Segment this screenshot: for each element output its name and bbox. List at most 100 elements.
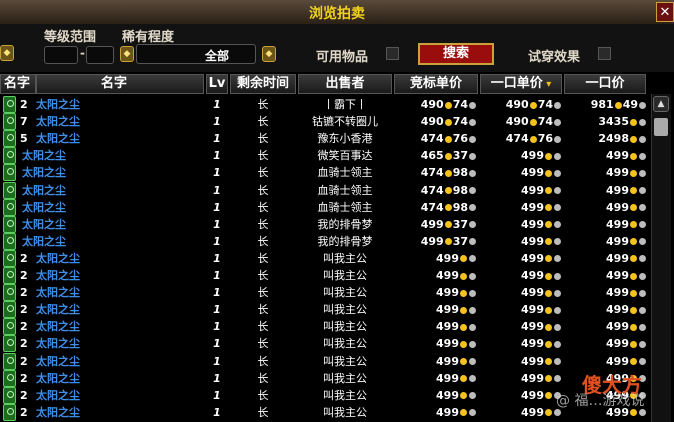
sun-dust-item-icon[interactable] (3, 318, 16, 336)
auction-row[interactable]: 太阳之尘 1 长 血骑士领主 474 98 499 499 (0, 198, 648, 216)
rarity-dropdown[interactable]: 全部 (136, 44, 256, 64)
auction-row[interactable]: 太阳之尘 1 长 我的排骨梦 499 37 499 499 (0, 232, 648, 250)
item-name[interactable]: 太阳之尘 (36, 250, 80, 267)
item-name[interactable]: 太阳之尘 (22, 147, 66, 164)
price-cell: 499 (481, 353, 561, 370)
item-name[interactable]: 太阳之尘 (22, 199, 66, 216)
auction-row[interactable]: 太阳之尘 1 长 血骑士领主 474 98 499 499 (0, 181, 648, 199)
gold-coin-icon (529, 135, 537, 143)
item-name[interactable]: 太阳之尘 (36, 267, 80, 284)
sun-dust-item-icon[interactable] (3, 198, 16, 216)
item-name[interactable]: 太阳之尘 (22, 216, 66, 233)
auction-row[interactable]: 2 太阳之尘 1 长叫我主公 499 499 499 (0, 403, 648, 421)
gold-amount: 474 (420, 166, 444, 180)
silver-coin-icon (639, 409, 646, 417)
auction-row[interactable]: 2 太阳之尘 1 长 丨霸下丨 490 74 490 74 981 49 (0, 96, 648, 113)
item-name[interactable]: 太阳之尘 (36, 335, 80, 352)
auction-row[interactable]: 2 太阳之尘 1 长叫我主公 499 499 499 (0, 284, 648, 302)
auction-row[interactable]: 2 太阳之尘 1 长叫我主公 499 499 499 (0, 249, 648, 267)
item-name[interactable]: 太阳之尘 (22, 233, 66, 250)
column-header-time-left[interactable]: 剩余时间 (230, 74, 296, 94)
item-name[interactable]: 太阳之尘 (36, 284, 80, 301)
item-name[interactable]: 太阳之尘 (22, 182, 66, 199)
item-name[interactable]: 太阳之尘 (36, 130, 80, 147)
column-header-level[interactable]: Lv (206, 74, 228, 94)
sun-dust-item-icon[interactable] (3, 130, 16, 148)
silver-amount: 98 (452, 183, 468, 197)
item-name[interactable]: 太阳之尘 (36, 318, 80, 335)
auction-row[interactable]: 5 太阳之尘 1 长 豫东小香港 474 76 474 76 2498 (0, 130, 648, 148)
item-name[interactable]: 太阳之尘 (36, 404, 80, 421)
sun-dust-item-icon[interactable] (3, 215, 16, 233)
sun-dust-item-icon[interactable] (3, 147, 16, 165)
item-count: 2 (20, 98, 28, 111)
auction-row[interactable]: 太阳之尘 1 长 我的排骨梦 499 37 499 499 (0, 215, 648, 233)
auction-row[interactable]: 太阳之尘 1 长 血骑士领主 474 98 499 499 (0, 164, 648, 182)
column-header-seller[interactable]: 出售者 (298, 74, 392, 94)
gold-amount: 499 (521, 269, 544, 282)
price-cell: 474 98 (396, 199, 476, 216)
gold-coin-icon (630, 221, 637, 229)
rarity-left-arrow-button[interactable]: ◆ (120, 46, 134, 62)
sun-dust-item-icon[interactable] (3, 164, 16, 182)
scroll-up-button[interactable]: ▲ (653, 96, 669, 112)
sun-dust-item-icon[interactable] (3, 369, 16, 387)
price-cell: 499 (481, 250, 561, 267)
dress-up-checkbox[interactable] (598, 47, 611, 60)
price-cell: 2498 (566, 130, 646, 147)
item-name[interactable]: 太阳之尘 (22, 164, 66, 181)
sun-dust-item-icon[interactable] (3, 352, 16, 370)
usable-items-label: 可用物品 (316, 50, 369, 65)
price-cell: 499 (566, 318, 646, 335)
rarity-dropdown-arrow-button[interactable]: ◆ (262, 46, 276, 62)
silver-coin-icon (639, 358, 646, 365)
silver-amount: 74 (452, 115, 468, 129)
auction-row[interactable]: 太阳之尘 1 长 微笑百事达 465 37 499 499 (0, 147, 648, 165)
sun-dust-item-icon[interactable] (3, 335, 16, 353)
level-min-input[interactable] (44, 46, 78, 64)
level-max-input[interactable] (86, 46, 114, 64)
item-name[interactable]: 太阳之尘 (36, 113, 80, 130)
auction-row[interactable]: 2 太阳之尘 1 长叫我主公 499 499 499 (0, 318, 648, 336)
time-left: 长 (257, 251, 269, 265)
item-name[interactable]: 太阳之尘 (36, 370, 80, 387)
search-button[interactable]: 搜索 (418, 43, 494, 65)
item-count: 2 (20, 405, 28, 419)
sun-dust-item-icon[interactable] (3, 403, 16, 421)
close-button[interactable]: ✕ (656, 2, 674, 22)
sun-dust-item-icon[interactable] (3, 267, 16, 284)
silver-coin-icon (469, 375, 476, 383)
auction-row[interactable]: 2 太阳之尘 1 长叫我主公 499 499 499 (0, 335, 648, 353)
sun-dust-item-icon[interactable] (3, 181, 16, 199)
item-name[interactable]: 太阳之尘 (36, 387, 80, 404)
sun-dust-item-icon[interactable] (3, 301, 16, 319)
item-name[interactable]: 太阳之尘 (36, 353, 80, 370)
sun-dust-item-icon[interactable] (3, 96, 16, 113)
window-titlebar[interactable]: 浏览拍卖 ✕ (0, 0, 674, 25)
column-header-buyout[interactable]: 一口价 (564, 74, 646, 94)
scroll-thumb[interactable] (654, 118, 668, 136)
column-header-bid-unit[interactable]: 竞标单价 (394, 74, 478, 94)
scrollbar[interactable]: ▲ (651, 94, 671, 422)
auction-row[interactable]: 2 太阳之尘 1 长叫我主公 499 499 499 (0, 352, 648, 370)
auction-row[interactable]: 7 太阳之尘 1 长 钴镳不转圈儿 490 74 490 74 3435 (0, 113, 648, 131)
sun-dust-item-icon[interactable] (3, 386, 16, 404)
column-header-name[interactable]: 名字 (36, 74, 204, 94)
usable-items-checkbox[interactable] (386, 47, 399, 60)
sun-dust-item-icon[interactable] (3, 249, 16, 267)
dress-up-label: 试穿效果 (528, 50, 581, 65)
column-header-buyout-unit[interactable]: 一口单价 ▾ (480, 74, 562, 94)
auction-row[interactable]: 2 太阳之尘 1 长叫我主公 499 499 499 (0, 369, 648, 387)
sun-dust-item-icon[interactable] (3, 113, 16, 131)
item-name[interactable]: 太阳之尘 (36, 301, 80, 318)
auction-row[interactable]: 2 太阳之尘 1 长叫我主公 499 499 499 (0, 301, 648, 319)
column-header-name-count[interactable]: 名字 (0, 74, 36, 94)
name-filter-arrow-button[interactable]: ◆ (0, 45, 14, 61)
auction-row[interactable]: 2 太阳之尘 1 长叫我主公 499 499 499 (0, 267, 648, 284)
sun-dust-item-icon[interactable] (3, 284, 16, 302)
gold-coin-icon (460, 340, 467, 348)
item-name[interactable]: 太阳之尘 (36, 96, 80, 113)
sun-dust-item-icon[interactable] (3, 232, 16, 250)
price-cell: 499 37 (396, 216, 476, 233)
auction-row[interactable]: 2 太阳之尘 1 长叫我主公 499 499 499 (0, 386, 648, 404)
